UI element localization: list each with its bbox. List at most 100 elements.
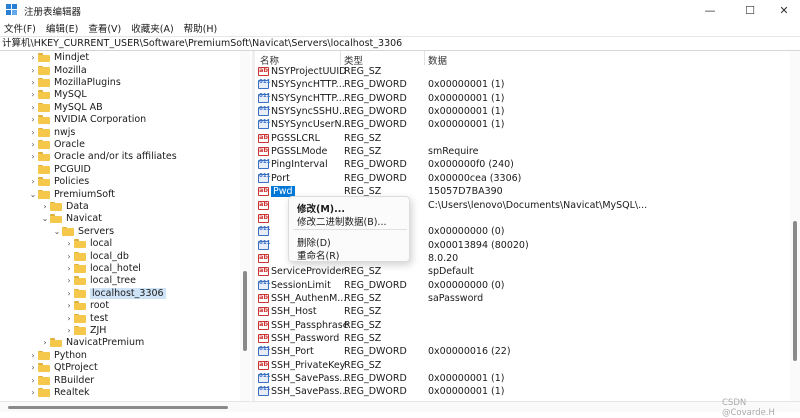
value-row[interactable]: PGSSLModeREG_SZsmRequire bbox=[256, 145, 790, 158]
address-bar[interactable]: 计算机\HKEY_CURRENT_USER\Software\PremiumSo… bbox=[0, 36, 800, 51]
chevron-right-icon[interactable]: › bbox=[28, 103, 38, 112]
tree-scrollbar-thumb[interactable] bbox=[243, 271, 247, 351]
chevron-right-icon[interactable]: › bbox=[64, 252, 74, 261]
tree-item[interactable]: ›Realtek bbox=[28, 386, 90, 398]
tree-item[interactable]: ›local_db bbox=[64, 250, 129, 262]
column-divider[interactable] bbox=[340, 51, 341, 65]
value-row[interactable]: NSYSyncUserN...REG_DWORD0x00000001 (1) bbox=[256, 118, 790, 131]
chevron-right-icon[interactable]: › bbox=[28, 53, 38, 62]
value-row[interactable]: SSH_SavePass...REG_DWORD0x00000001 (1) bbox=[256, 372, 790, 385]
value-row[interactable]: NSYSyncHTTP...REG_DWORD0x00000001 (1) bbox=[256, 92, 790, 105]
pane-splitter[interactable] bbox=[252, 51, 255, 401]
tree-item[interactable]: ›Policies bbox=[28, 176, 89, 188]
menu-file[interactable]: 文件(F) bbox=[4, 21, 36, 35]
value-row[interactable]: SSH_AuthenM...REG_SZsaPassword bbox=[256, 292, 790, 305]
chevron-right-icon[interactable]: › bbox=[28, 78, 38, 87]
chevron-right-icon[interactable]: › bbox=[64, 326, 74, 335]
tree-item[interactable]: ⌄Servers bbox=[52, 225, 114, 237]
value-row[interactable]: NSYProjectUUIDREG_SZ bbox=[256, 65, 790, 78]
chevron-right-icon[interactable]: › bbox=[28, 90, 38, 99]
tree-item[interactable]: ›Oracle bbox=[28, 138, 85, 150]
chevron-right-icon[interactable]: › bbox=[64, 314, 74, 323]
chevron-right-icon[interactable]: › bbox=[40, 202, 50, 211]
folder-icon bbox=[74, 264, 86, 273]
column-divider[interactable] bbox=[424, 51, 425, 65]
tree-scrollbar[interactable] bbox=[240, 51, 250, 401]
chevron-right-icon[interactable]: › bbox=[40, 338, 50, 347]
value-row[interactable]: PingIntervalREG_DWORD0x000000f0 (240) bbox=[256, 158, 790, 171]
menu-favorites[interactable]: 收藏夹(A) bbox=[131, 21, 173, 35]
close-button[interactable]: ✕ bbox=[768, 0, 800, 20]
tree-item[interactable]: ›local_tree bbox=[64, 275, 136, 287]
value-row[interactable]: SSH_PasswordREG_SZ bbox=[256, 332, 790, 345]
tree-item[interactable]: › Mindjet bbox=[28, 52, 89, 64]
value-row[interactable]: PortREG_DWORD0x00000cea (3306) bbox=[256, 172, 790, 185]
tree-item[interactable]: ›NVIDIA Corporation bbox=[28, 114, 146, 126]
tree-item[interactable]: ›RBuilder bbox=[28, 374, 94, 386]
chevron-right-icon[interactable]: › bbox=[28, 140, 38, 149]
maximize-button[interactable]: ☐ bbox=[734, 0, 766, 20]
menu-view[interactable]: 查看(V) bbox=[88, 21, 121, 35]
chevron-right-icon[interactable]: › bbox=[28, 128, 38, 137]
tree-item[interactable]: ›MySQL AB bbox=[28, 101, 103, 113]
tree-item[interactable]: ›nwjs bbox=[28, 126, 75, 138]
minimize-button[interactable]: — bbox=[694, 0, 726, 20]
chevron-down-icon[interactable]: ⌄ bbox=[28, 190, 38, 199]
chevron-down-icon[interactable]: ⌄ bbox=[40, 214, 50, 223]
tree-item[interactable]: ›Python bbox=[28, 349, 87, 361]
context-modify-binary[interactable]: 修改二进制数据(B)... bbox=[297, 214, 387, 228]
tree-item[interactable]: ›MySQL bbox=[28, 89, 87, 101]
chevron-right-icon[interactable]: › bbox=[28, 363, 38, 372]
tree-item[interactable]: ›localhost_3306 bbox=[64, 287, 166, 299]
chevron-right-icon[interactable]: › bbox=[28, 152, 38, 161]
value-row[interactable]: SSH_PassphraseREG_SZ bbox=[256, 319, 790, 332]
value-row[interactable]: NSYSyncSSHU...REG_DWORD0x00000001 (1) bbox=[256, 105, 790, 118]
chevron-right-icon[interactable]: › bbox=[64, 264, 74, 273]
chevron-right-icon[interactable]: › bbox=[28, 388, 38, 397]
horizontal-scrollbar[interactable] bbox=[0, 401, 800, 412]
context-modify[interactable]: 修改(M)... bbox=[297, 201, 345, 215]
key-tree[interactable]: › Mindjet›Mozilla›MozillaPlugins›MySQL›My… bbox=[0, 51, 250, 401]
chevron-right-icon[interactable]: › bbox=[28, 66, 38, 75]
chevron-right-icon[interactable]: › bbox=[28, 376, 38, 385]
tree-item[interactable]: ›MozillaPlugins bbox=[28, 76, 121, 88]
chevron-down-icon[interactable]: ⌄ bbox=[52, 227, 62, 236]
horizontal-scrollbar-thumb[interactable] bbox=[8, 406, 228, 409]
value-row[interactable]: NSYSyncHTTP...REG_DWORD0x00000001 (1) bbox=[256, 78, 790, 91]
value-row[interactable]: SSH_HostREG_SZ bbox=[256, 305, 790, 318]
tree-item[interactable]: ›Data bbox=[40, 200, 89, 212]
tree-item[interactable]: ⌄PremiumSoft bbox=[28, 188, 115, 200]
tree-item[interactable]: ›NavicatPremium bbox=[40, 337, 144, 349]
context-delete[interactable]: 删除(D) bbox=[297, 235, 331, 249]
chevron-right-icon[interactable]: › bbox=[64, 289, 74, 298]
value-row[interactable]: PGSSLCRLREG_SZ bbox=[256, 132, 790, 145]
tree-item[interactable]: ›local bbox=[64, 238, 112, 250]
tree-item[interactable]: ⌄Navicat bbox=[40, 213, 102, 225]
chevron-right-icon[interactable]: › bbox=[28, 177, 38, 186]
tree-item[interactable]: ›ZJH bbox=[64, 324, 106, 336]
value-row[interactable]: ServiceProviderREG_SZspDefault bbox=[256, 265, 790, 278]
chevron-right-icon[interactable]: › bbox=[64, 276, 74, 285]
tree-item[interactable]: PCGUID bbox=[28, 163, 91, 175]
context-rename[interactable]: 重命名(R) bbox=[297, 248, 340, 262]
value-row[interactable]: SSH_SavePass...REG_DWORD0x00000001 (1) bbox=[256, 385, 790, 398]
values-scrollbar-thumb[interactable] bbox=[793, 221, 797, 361]
chevron-right-icon[interactable]: › bbox=[64, 239, 74, 248]
values-scrollbar[interactable] bbox=[790, 51, 800, 401]
value-row[interactable]: SSH_PortREG_DWORD0x00000016 (22) bbox=[256, 345, 790, 358]
value-row[interactable]: SSH_PrivateKeyREG_SZ bbox=[256, 359, 790, 372]
tree-item[interactable]: ›test bbox=[64, 312, 108, 324]
tree-item[interactable]: ›root bbox=[64, 300, 109, 312]
menu-help[interactable]: 帮助(H) bbox=[184, 21, 218, 35]
value-row[interactable]: SessionLimitREG_DWORD0x00000000 (0) bbox=[256, 279, 790, 292]
tree-item[interactable]: ›Oracle and/or its affiliates bbox=[28, 151, 177, 163]
value-data: 0x00000000 (0) bbox=[428, 280, 505, 291]
tree-item[interactable]: ›Mozilla bbox=[28, 64, 87, 76]
tree-item-label: Mindjet bbox=[54, 52, 89, 63]
tree-item[interactable]: ›local_hotel bbox=[64, 262, 141, 274]
tree-item[interactable]: ›QtProject bbox=[28, 362, 98, 374]
chevron-right-icon[interactable]: › bbox=[64, 301, 74, 310]
chevron-right-icon[interactable]: › bbox=[28, 115, 38, 124]
menu-edit[interactable]: 编辑(E) bbox=[46, 21, 78, 35]
chevron-right-icon[interactable]: › bbox=[28, 351, 38, 360]
